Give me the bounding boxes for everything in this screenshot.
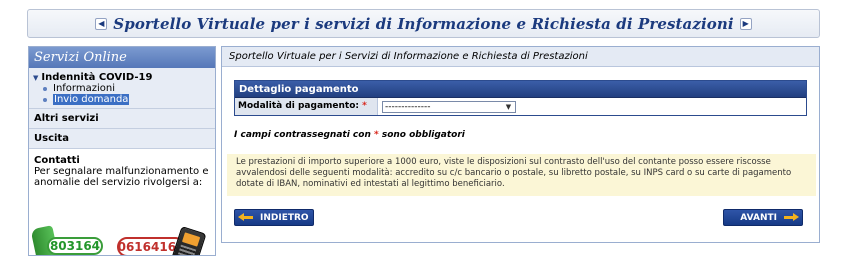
payment-detail-box: Dettaglio pagamento Modalità di pagament… <box>234 80 807 116</box>
arrow-left-icon <box>238 213 254 222</box>
note-required-mark: * <box>374 130 379 140</box>
contacts-text: Per segnalare malfunzionamento e anomali… <box>34 166 209 188</box>
next-button[interactable]: AVANTI <box>723 209 803 226</box>
sidebar-item-label: Informazioni <box>53 83 115 94</box>
sidebar-item-label: Invio domanda <box>53 94 130 105</box>
next-button-label: AVANTI <box>740 212 777 223</box>
note-suffix: sono obbligatori <box>381 130 465 140</box>
back-button[interactable]: INDIETRO <box>234 209 314 226</box>
sidebar-item-invio-domanda[interactable]: Invio domanda <box>33 94 215 105</box>
payment-method-row: Modalità di pagamento: * -------------- … <box>235 98 806 115</box>
top-banner: ◀ Sportello Virtuale per i servizi di In… <box>27 9 820 38</box>
payment-detail-title: Dettaglio pagamento <box>235 81 806 98</box>
bullet-icon <box>43 97 47 102</box>
sidebar-item-informazioni[interactable]: Informazioni <box>33 83 215 94</box>
sidebar-section-title[interactable]: ▼ Indennità COVID-19 <box>33 72 215 83</box>
info-box: Le prestazioni di importo superiore a 10… <box>227 154 816 196</box>
main-header: Sportello Virtuale per i Servizi di Info… <box>222 47 819 67</box>
sidebar-section-covid: ▼ Indennità COVID-19 Informazioni Invio … <box>29 68 215 109</box>
required-mark: * <box>362 101 367 111</box>
banner-title: Sportello Virtuale per i servizi di Info… <box>113 14 734 33</box>
payment-method-label-text: Modalità di pagamento: <box>238 101 359 111</box>
mobile-phone-graphic: 06164164 <box>117 225 207 255</box>
contacts-title: Contatti <box>34 155 80 166</box>
sidebar-link-altri-servizi[interactable]: Altri servizi <box>29 109 215 129</box>
contacts-box: Contatti Per segnalare malfunzionamento … <box>29 149 215 255</box>
chevron-left-icon[interactable]: ◀ <box>95 17 108 30</box>
phone-number-fixed: 803164 <box>47 237 103 255</box>
landline-phone-graphic: 803164 <box>30 225 108 255</box>
chevron-down-icon[interactable]: ▼ <box>503 102 514 112</box>
required-fields-note: I campi contrassegnati con * sono obblig… <box>234 130 465 140</box>
triangle-down-icon: ▼ <box>33 73 39 82</box>
sidebar-header: Servizi Online <box>29 47 215 68</box>
payment-method-select-value: -------------- <box>385 101 431 112</box>
bullet-icon <box>43 86 47 91</box>
sidebar: Servizi Online ▼ Indennità COVID-19 Info… <box>28 46 216 256</box>
sidebar-section-label: Indennità COVID-19 <box>41 72 153 83</box>
back-button-label: INDIETRO <box>260 212 309 223</box>
arrow-right-icon <box>783 213 799 222</box>
note-prefix: I campi contrassegnati con <box>234 130 371 140</box>
main-panel: Sportello Virtuale per i Servizi di Info… <box>221 46 820 243</box>
chevron-right-icon[interactable]: ▶ <box>739 17 752 30</box>
payment-method-label: Modalità di pagamento: * <box>235 98 378 115</box>
sidebar-link-uscita[interactable]: Uscita <box>29 129 215 149</box>
payment-method-select[interactable]: -------------- ▼ <box>382 100 516 113</box>
